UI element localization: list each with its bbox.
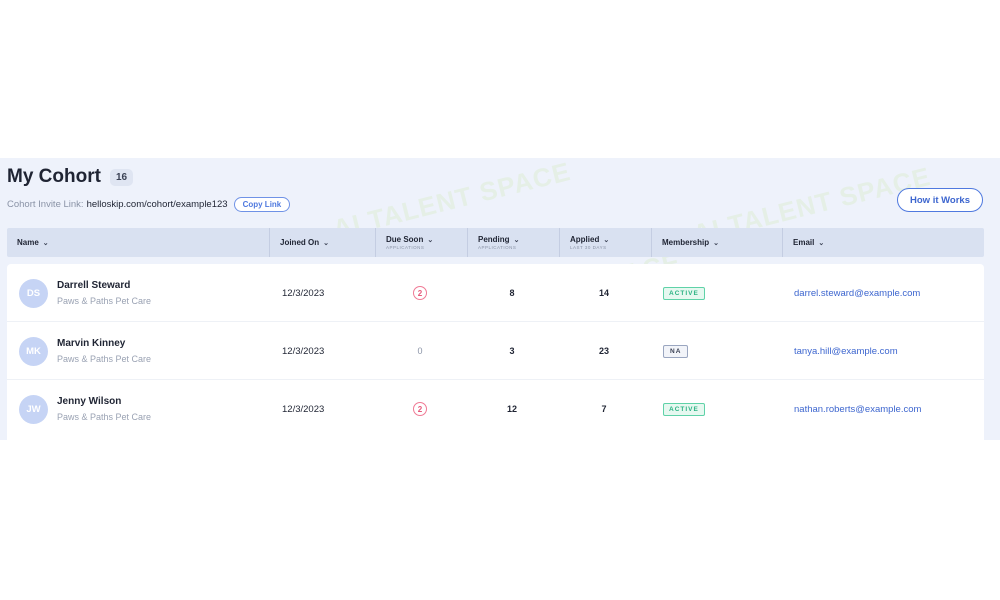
column-sublabel: APPLICATIONS bbox=[386, 245, 425, 250]
due-soon-cell: 2 bbox=[375, 264, 465, 322]
title-row: My Cohort 16 bbox=[7, 166, 134, 188]
page-title: My Cohort bbox=[7, 166, 101, 187]
member-org: Paws & Paths Pet Care bbox=[57, 296, 152, 306]
column-label: Email bbox=[793, 238, 815, 247]
chevron-down-icon: ⌄ bbox=[713, 239, 719, 247]
column-header-joined-on[interactable]: Joined On ⌄ bbox=[269, 228, 373, 257]
membership-status-badge: NA bbox=[663, 344, 689, 358]
invite-link[interactable]: helloskip.com/cohort/example123 bbox=[87, 199, 228, 210]
due-soon-count: 0 bbox=[417, 346, 423, 356]
column-label: Pending bbox=[478, 235, 510, 244]
email-cell: darrel.steward@example.com bbox=[794, 264, 920, 322]
due-soon-count[interactable]: 2 bbox=[413, 286, 427, 300]
applied-count: 14 bbox=[598, 288, 609, 298]
invite-row: Cohort Invite Link: helloskip.com/cohort… bbox=[7, 197, 291, 212]
email-link[interactable]: nathan.roberts@example.com bbox=[794, 404, 921, 415]
applied-count: 7 bbox=[601, 404, 607, 414]
pending-cell: 3 bbox=[467, 322, 557, 380]
email-cell: tanya.hill@example.com bbox=[794, 322, 898, 380]
column-header-name[interactable]: Name ⌄ bbox=[17, 228, 267, 257]
membership-cell: ACTIVE bbox=[663, 264, 705, 322]
pending-count: 12 bbox=[506, 404, 517, 414]
column-header-email[interactable]: Email ⌄ bbox=[782, 228, 982, 257]
email-link[interactable]: darrel.steward@example.com bbox=[794, 288, 920, 299]
member-name[interactable]: Jenny Wilson bbox=[57, 396, 121, 407]
membership-cell: ACTIVE bbox=[663, 380, 705, 438]
member-name[interactable]: Darrell Steward bbox=[57, 280, 130, 291]
chevron-down-icon: ⌄ bbox=[427, 236, 434, 244]
column-sublabel: LAST 30 DAYS bbox=[570, 245, 607, 250]
pending-cell: 8 bbox=[467, 264, 557, 322]
pending-count: 3 bbox=[509, 346, 515, 356]
cohort-count-badge: 16 bbox=[109, 168, 134, 186]
pending-cell: 12 bbox=[467, 380, 557, 438]
avatar: JW bbox=[19, 395, 48, 424]
column-sublabel: APPLICATIONS bbox=[478, 245, 517, 250]
how-it-works-button[interactable]: How it Works bbox=[897, 188, 983, 212]
chevron-down-icon: ⌄ bbox=[323, 239, 329, 247]
membership-status-badge: ACTIVE bbox=[663, 402, 705, 416]
member-org: Paws & Paths Pet Care bbox=[57, 412, 152, 422]
column-label: Applied bbox=[570, 235, 600, 244]
column-header-membership[interactable]: Membership ⌄ bbox=[651, 228, 781, 257]
membership-cell: NA bbox=[663, 322, 689, 380]
column-label: Membership bbox=[662, 238, 710, 247]
copy-link-button[interactable]: Copy Link bbox=[233, 197, 291, 212]
joined-date: 12/3/2023 bbox=[282, 403, 325, 415]
member-name[interactable]: Marvin Kinney bbox=[57, 338, 125, 349]
applied-cell: 14 bbox=[559, 264, 649, 322]
chevron-down-icon: ⌄ bbox=[818, 239, 825, 247]
chevron-down-icon: ⌄ bbox=[42, 239, 49, 247]
table-row[interactable]: MK Marvin Kinney Paws & Paths Pet Care 1… bbox=[7, 322, 984, 380]
column-header-pending[interactable]: Pending ⌄ APPLICATIONS bbox=[467, 228, 557, 257]
membership-status-badge: ACTIVE bbox=[663, 286, 705, 300]
joined-date: 12/3/2023 bbox=[282, 287, 325, 299]
avatar: MK bbox=[19, 337, 48, 366]
applied-count: 23 bbox=[598, 346, 609, 356]
chevron-down-icon: ⌄ bbox=[513, 236, 520, 244]
email-link[interactable]: tanya.hill@example.com bbox=[794, 346, 898, 357]
column-label: Name bbox=[17, 238, 39, 247]
applied-cell: 7 bbox=[559, 380, 649, 438]
invite-label: Cohort Invite Link: bbox=[7, 199, 84, 210]
pending-count: 8 bbox=[509, 288, 515, 298]
table-row[interactable]: DS Darrell Steward Paws & Paths Pet Care… bbox=[7, 264, 984, 322]
column-header-due-soon[interactable]: Due Soon ⌄ APPLICATIONS bbox=[375, 228, 465, 257]
email-cell: nathan.roberts@example.com bbox=[794, 380, 921, 438]
due-soon-cell: 2 bbox=[375, 380, 465, 438]
member-org: Paws & Paths Pet Care bbox=[57, 354, 152, 364]
table-header: Name ⌄ Joined On ⌄ Due Soon ⌄ APPLICATIONS … bbox=[7, 228, 984, 257]
column-label: Due Soon bbox=[386, 235, 424, 244]
table-body: DS Darrell Steward Paws & Paths Pet Care… bbox=[7, 264, 984, 440]
applied-cell: 23 bbox=[559, 322, 649, 380]
joined-date: 12/3/2023 bbox=[282, 345, 325, 357]
column-label: Joined On bbox=[280, 238, 320, 247]
chevron-down-icon: ⌄ bbox=[603, 236, 610, 244]
table-row[interactable]: JW Jenny Wilson Paws & Paths Pet Care 12… bbox=[7, 380, 984, 438]
avatar: DS bbox=[19, 279, 48, 308]
due-soon-count[interactable]: 2 bbox=[413, 402, 427, 416]
due-soon-cell: 0 bbox=[375, 322, 465, 380]
column-header-applied[interactable]: Applied ⌄ LAST 30 DAYS bbox=[559, 228, 649, 257]
